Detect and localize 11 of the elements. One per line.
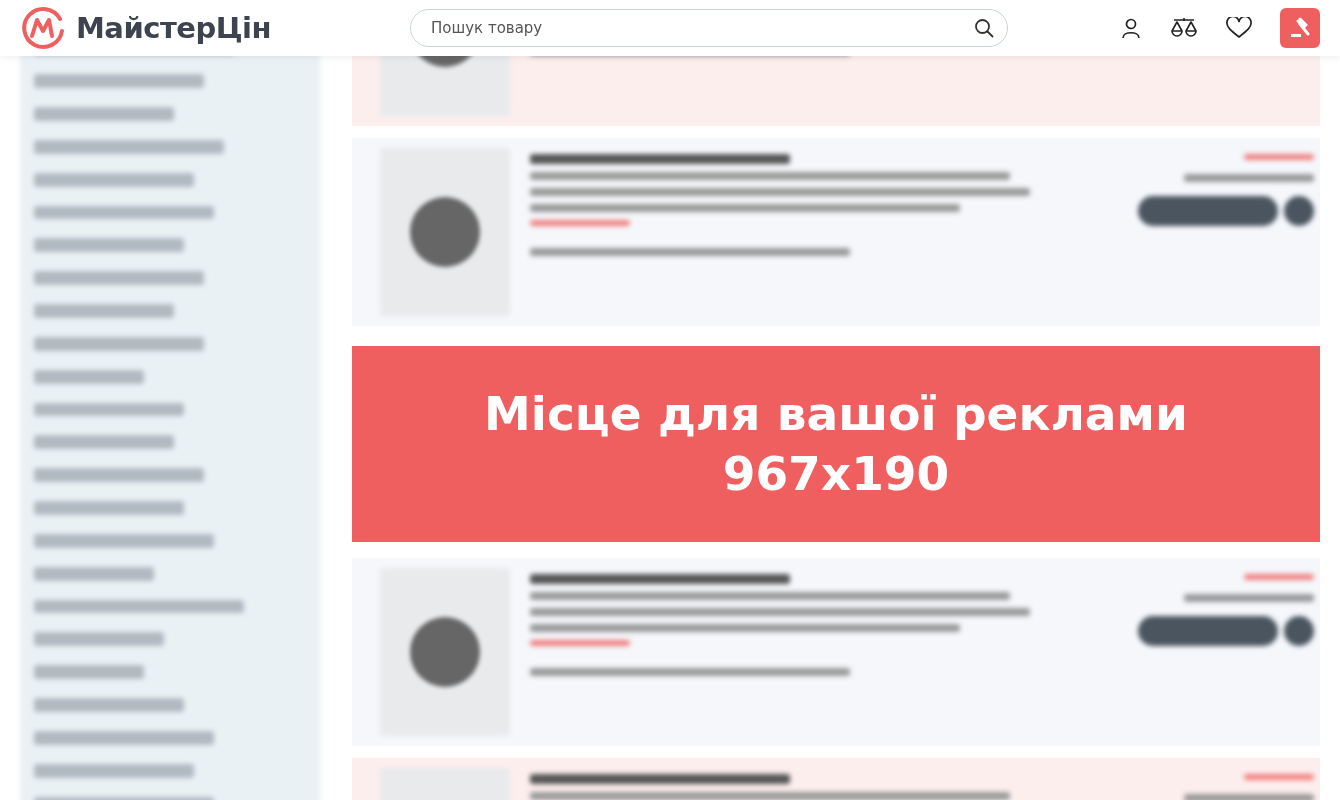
search-field[interactable]: Пошук товару [410, 9, 1008, 47]
logo-icon [20, 5, 66, 51]
auction-button[interactable] [1280, 8, 1320, 48]
ad-text: 967x190 [722, 445, 950, 503]
gavel-icon [1289, 17, 1311, 39]
logo-text[interactable]: МайстерЦін [76, 11, 272, 45]
heart-icon[interactable] [1226, 17, 1252, 39]
user-icon[interactable] [1120, 17, 1142, 39]
search-icon[interactable] [974, 18, 994, 38]
ad-text: Місце для вашої реклами [484, 385, 1188, 443]
scales-icon[interactable] [1170, 17, 1198, 39]
